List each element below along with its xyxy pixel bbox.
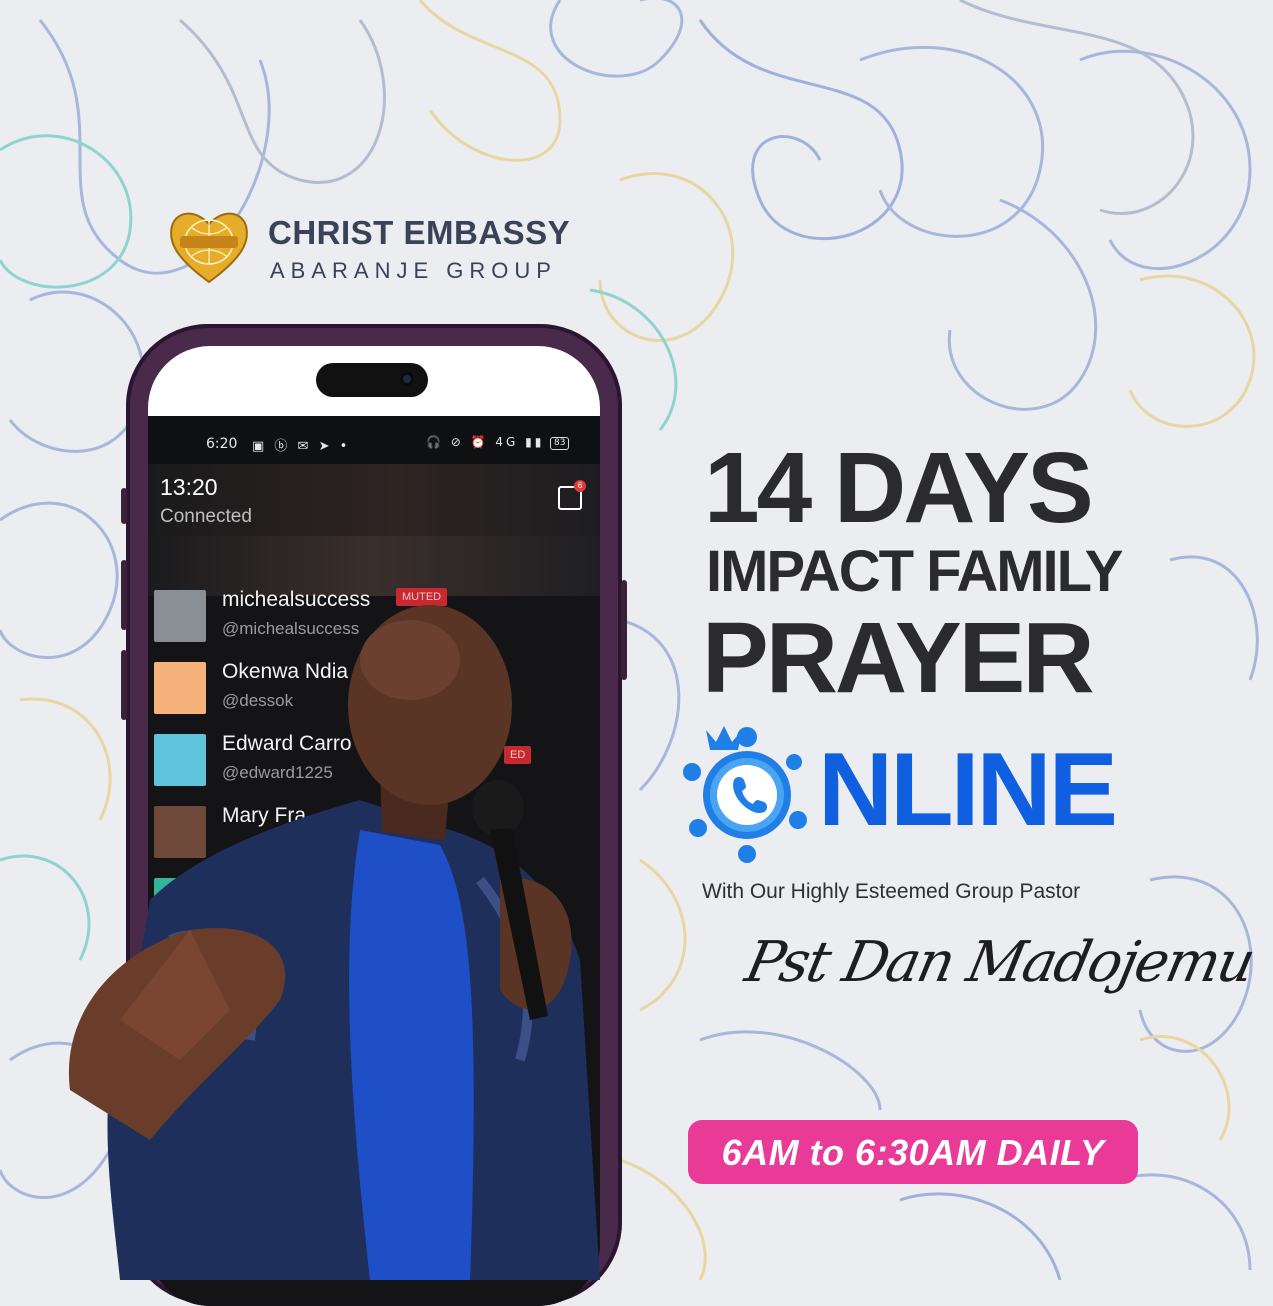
golden-heart-globe-icon — [170, 212, 248, 284]
participant-name: Mary Fra — [222, 804, 306, 827]
list-item[interactable]: Mary Fra — [148, 798, 600, 864]
phone-side-button — [621, 580, 627, 680]
list-item[interactable]: Okenwa Ndia @dessok — [148, 654, 600, 720]
status-badge: ED — [504, 746, 532, 764]
pastor-signature: Pst Dan Madojemu — [739, 930, 1260, 995]
headline-days: 14 DAYS — [704, 432, 1094, 544]
schedule-text: 6AM to 6:30AM DAILY — [721, 1132, 1105, 1173]
phone-side-button — [121, 488, 127, 524]
avatar — [154, 878, 206, 930]
avatar — [154, 590, 206, 642]
inbox-badge: 6 — [574, 480, 586, 492]
status-time: 6:20 — [206, 436, 238, 452]
participant-name: Okenwa Ndia — [222, 660, 349, 683]
online-word: NLINE — [818, 732, 1118, 848]
camera-icon — [400, 372, 414, 386]
call-header: 13:20 Connected 6 — [148, 464, 600, 536]
phone-screen: 6:20 ▣ ⓑ ✉ ➤ • 🎧 ⊘ ⏰ 4G ▮▮ 83 13:20 Conn… — [148, 346, 600, 1306]
end-call-button[interactable] — [522, 1208, 570, 1256]
phone-call-group-icon — [683, 726, 807, 863]
participant-name: Edward Carro — [222, 732, 352, 755]
brand-logo: CHRIST EMBASSY ABARANJE GROUP — [166, 206, 586, 286]
subtitle: With Our Highly Esteemed Group Pastor — [702, 880, 1081, 903]
participant-handle: @michealsuccess — [222, 619, 360, 638]
system-icons: 🎧 ⊘ ⏰ 4G ▮▮ — [426, 435, 545, 449]
list-item[interactable] — [148, 870, 600, 936]
battery-icon: 83 — [550, 437, 570, 450]
avatar — [154, 806, 206, 858]
list-item[interactable]: michealsuccess @michealsuccess MUTED — [148, 582, 600, 648]
status-badge: MUTED — [396, 588, 448, 606]
participant-handle: @edward1225 — [222, 763, 333, 782]
status-bar: 6:20 ▣ ⓑ ✉ ➤ • 🎧 ⊘ ⏰ 4G ▮▮ 83 — [148, 416, 600, 464]
participant-handle: @dessok — [222, 691, 294, 710]
participant-list: michealsuccess @michealsuccess MUTED Oke… — [148, 588, 600, 1306]
call-state: Connected — [160, 506, 252, 527]
notification-icons: ▣ ⓑ ✉ ➤ • — [252, 439, 351, 454]
phone-side-button — [121, 560, 127, 630]
participant-name: michealsuccess — [222, 588, 371, 611]
list-item[interactable]: Edward Carro @edward1225 ED — [148, 726, 600, 792]
group-name: ABARANJE GROUP — [270, 258, 557, 283]
call-duration: 13:20 — [160, 474, 218, 500]
headline-prayer: PRAYER — [702, 602, 1095, 714]
phone-side-button — [121, 650, 127, 720]
headline-subject: IMPACT FAMILY — [706, 539, 1123, 604]
avatar — [154, 662, 206, 714]
schedule-pill: 6AM to 6:30AM DAILY — [688, 1120, 1138, 1184]
avatar — [154, 734, 206, 786]
org-name: CHRIST EMBASSY — [268, 214, 571, 251]
